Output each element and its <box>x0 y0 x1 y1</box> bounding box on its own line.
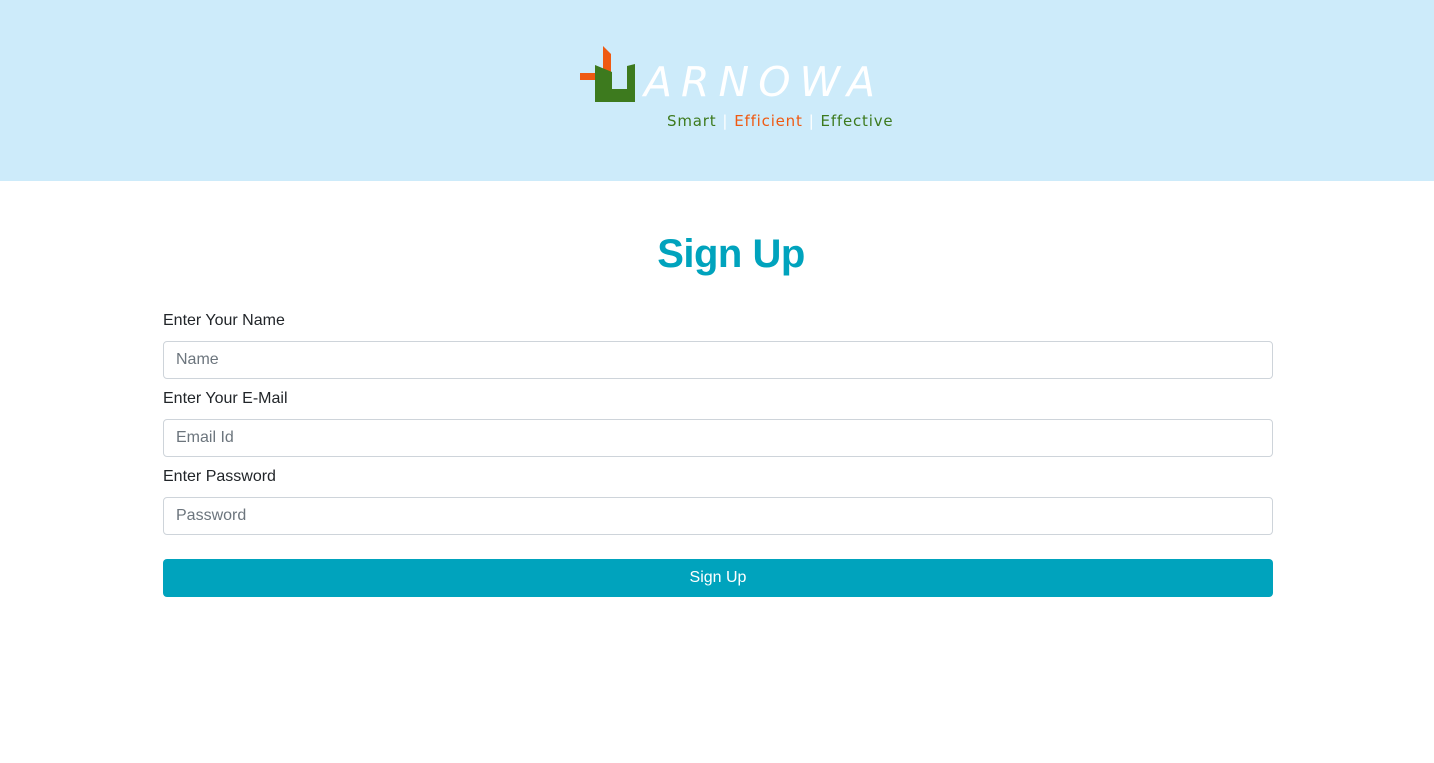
brand-logo[interactable]: ARNOWA Smart | Efficient | Effective <box>578 44 893 134</box>
tagline-separator: | <box>808 112 815 130</box>
email-label: Enter Your E-Mail <box>163 390 288 407</box>
password-input[interactable] <box>163 497 1273 535</box>
tagline-smart: Smart <box>667 112 717 130</box>
tagline-effective: Effective <box>820 112 894 130</box>
brand-tagline: Smart | Efficient | Effective <box>667 112 893 130</box>
header-banner: ARNOWA Smart | Efficient | Effective <box>0 0 1434 181</box>
email-input[interactable] <box>163 419 1273 457</box>
brand-wordmark: ARNOWA <box>644 58 885 106</box>
page-title: Sign Up <box>657 232 805 276</box>
sign-up-button[interactable]: Sign Up <box>163 559 1273 597</box>
name-input[interactable] <box>163 341 1273 379</box>
signup-form: Enter Your Name Enter Your E-Mail Enter … <box>163 308 1273 543</box>
tagline-efficient: Efficient <box>734 112 803 130</box>
logo-mark-icon <box>580 46 635 102</box>
name-label: Enter Your Name <box>163 312 285 329</box>
password-label: Enter Password <box>163 468 276 485</box>
tagline-separator: | <box>722 112 729 130</box>
